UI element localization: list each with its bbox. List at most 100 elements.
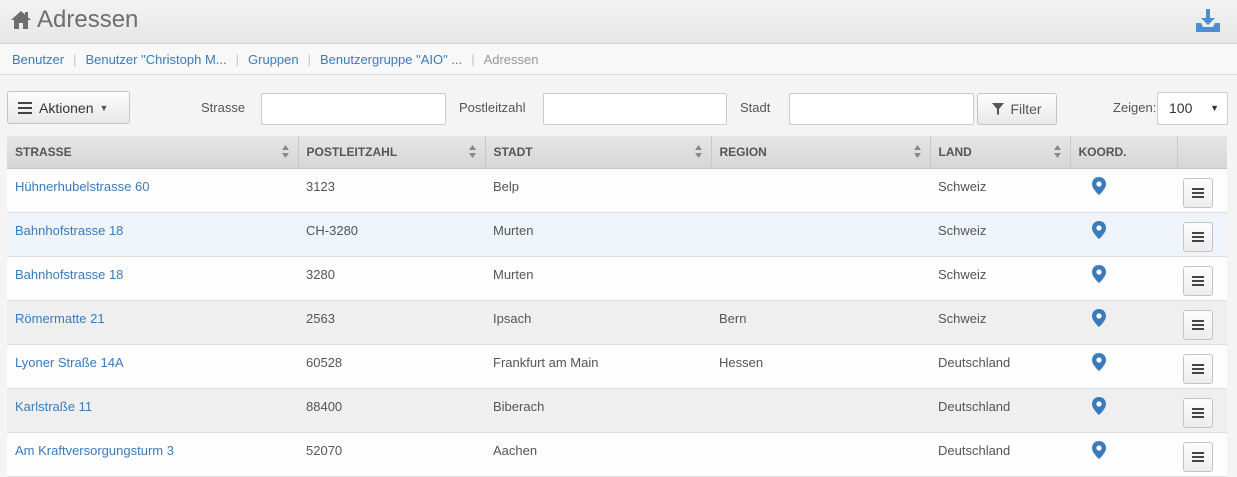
cell-stadt: Frankfurt am Main [485, 344, 711, 389]
cell-strasse: Bahnhofstrasse 18 [7, 256, 298, 301]
cell-land: Deutschland [930, 432, 1070, 477]
column-header-postleitzahl[interactable]: POSTLEITZAHL [298, 136, 486, 169]
cell-strasse: Am Kraftversorgungsturm 3 [7, 432, 298, 477]
row-menu-button[interactable] [1183, 221, 1213, 252]
column-header-stadt[interactable]: STADT [485, 136, 712, 169]
filter-button[interactable]: Filter [977, 93, 1057, 125]
column-header-label: REGION [719, 144, 767, 159]
cell-koord [1070, 388, 1177, 433]
cell-region [711, 256, 930, 301]
bars-icon [1192, 231, 1204, 242]
cell-actions [1177, 212, 1227, 257]
cell-postleitzahl: 52070 [298, 432, 485, 477]
address-link[interactable]: Römermatte 21 [15, 311, 105, 326]
bars-icon [18, 101, 32, 114]
breadcrumb-benutzer[interactable]: Benutzer [12, 52, 64, 67]
map-marker-icon[interactable] [1092, 264, 1106, 283]
map-marker-icon[interactable] [1092, 440, 1106, 459]
show-count-select[interactable]: 100 ▼ [1157, 92, 1228, 125]
title-wrap: Adressen [10, 6, 138, 34]
cell-strasse: Karlstraße 11 [7, 388, 298, 433]
breadcrumb-benutzer-detail[interactable]: Benutzer "Christoph M... [85, 52, 226, 67]
address-link[interactable]: Hühnerhubelstrasse 60 [15, 179, 149, 194]
cell-land: Deutschland [930, 388, 1070, 433]
sort-icon [694, 145, 702, 158]
row-menu-button[interactable] [1183, 397, 1213, 428]
cell-strasse: Lyoner Straße 14A [7, 344, 298, 389]
address-link[interactable]: Karlstraße 11 [15, 399, 92, 414]
address-link[interactable]: Bahnhofstrasse 18 [15, 223, 123, 238]
cell-actions [1177, 256, 1227, 301]
row-menu-button[interactable] [1183, 441, 1213, 472]
map-marker-icon[interactable] [1092, 308, 1106, 327]
caret-down-icon: ▼ [1210, 103, 1219, 113]
column-header-strasse[interactable]: STRASSE [7, 136, 299, 169]
row-menu-button[interactable] [1183, 265, 1213, 296]
zip-filter-label: Postleitzahl [459, 100, 526, 115]
cell-postleitzahl: 3280 [298, 256, 485, 301]
column-header-actions [1177, 136, 1227, 169]
column-header-region[interactable]: REGION [711, 136, 931, 169]
actions-dropdown-button[interactable]: Aktionen ▼ [7, 91, 130, 124]
page-header: Adressen [0, 0, 1237, 44]
cell-koord [1070, 344, 1177, 389]
address-link[interactable]: Am Kraftversorgungsturm 3 [15, 443, 174, 458]
bars-icon [1192, 187, 1204, 198]
bars-icon [1192, 363, 1204, 374]
cell-land: Schweiz [930, 168, 1070, 213]
cell-stadt: Aachen [485, 432, 711, 477]
cell-region: Bern [711, 300, 930, 345]
table-row: Am Kraftversorgungsturm 3 52070 Aachen Deut… [7, 432, 1227, 477]
cell-region [711, 212, 930, 257]
map-marker-icon[interactable] [1092, 220, 1106, 239]
address-link[interactable]: Lyoner Straße 14A [15, 355, 124, 370]
address-table-wrap: STRASSE POSTLEITZAHL STADT REGION LAND K… [7, 136, 1227, 477]
street-filter-input[interactable] [261, 93, 446, 125]
breadcrumb-separator: | [73, 51, 77, 67]
bars-icon [1192, 319, 1204, 330]
cell-actions [1177, 388, 1227, 433]
cell-land: Schweiz [930, 300, 1070, 345]
row-menu-button[interactable] [1183, 353, 1213, 384]
breadcrumb-gruppen[interactable]: Gruppen [248, 52, 299, 67]
cell-land: Schweiz [930, 212, 1070, 257]
sort-icon [468, 145, 476, 158]
breadcrumb-separator: | [471, 51, 475, 67]
cell-postleitzahl: 60528 [298, 344, 485, 389]
row-menu-button[interactable] [1183, 177, 1213, 208]
cell-stadt: Biberach [485, 388, 711, 433]
filter-button-label: Filter [1010, 101, 1042, 117]
download-tray-icon[interactable] [1195, 8, 1221, 34]
sort-icon [913, 145, 921, 158]
sort-icon [1053, 145, 1061, 158]
cell-actions [1177, 432, 1227, 477]
cell-postleitzahl: CH-3280 [298, 212, 485, 257]
cell-land: Deutschland [930, 344, 1070, 389]
breadcrumb-benutzergruppe[interactable]: Benutzergruppe "AIO" ... [320, 52, 462, 67]
cell-region [711, 432, 930, 477]
cell-region [711, 168, 930, 213]
table-row: Bahnhofstrasse 18 3280 Murten Schweiz [7, 256, 1227, 301]
address-link[interactable]: Bahnhofstrasse 18 [15, 267, 123, 282]
map-marker-icon[interactable] [1092, 396, 1106, 415]
cell-stadt: Belp [485, 168, 711, 213]
column-header-label: POSTLEITZAHL [306, 144, 398, 159]
column-header-label: KOORD. [1078, 144, 1127, 159]
table-row: Karlstraße 11 88400 Biberach Deutschland [7, 388, 1227, 433]
cell-postleitzahl: 3123 [298, 168, 485, 213]
table-body: Hühnerhubelstrasse 60 3123 Belp Schweiz Bahn… [7, 168, 1227, 477]
row-menu-button[interactable] [1183, 309, 1213, 340]
cell-actions [1177, 300, 1227, 345]
column-header-land[interactable]: LAND [930, 136, 1071, 169]
column-header-label: STRASSE [15, 144, 72, 159]
home-icon[interactable] [10, 9, 32, 31]
map-marker-icon[interactable] [1092, 352, 1106, 371]
cell-postleitzahl: 88400 [298, 388, 485, 433]
city-filter-input[interactable] [789, 93, 974, 125]
show-count-value: 100 [1169, 100, 1193, 116]
zip-filter-input[interactable] [543, 93, 727, 125]
city-filter-label: Stadt [740, 100, 771, 115]
map-marker-icon[interactable] [1092, 176, 1106, 195]
bars-icon [1192, 407, 1204, 418]
table-row: Hühnerhubelstrasse 60 3123 Belp Schweiz [7, 168, 1227, 213]
